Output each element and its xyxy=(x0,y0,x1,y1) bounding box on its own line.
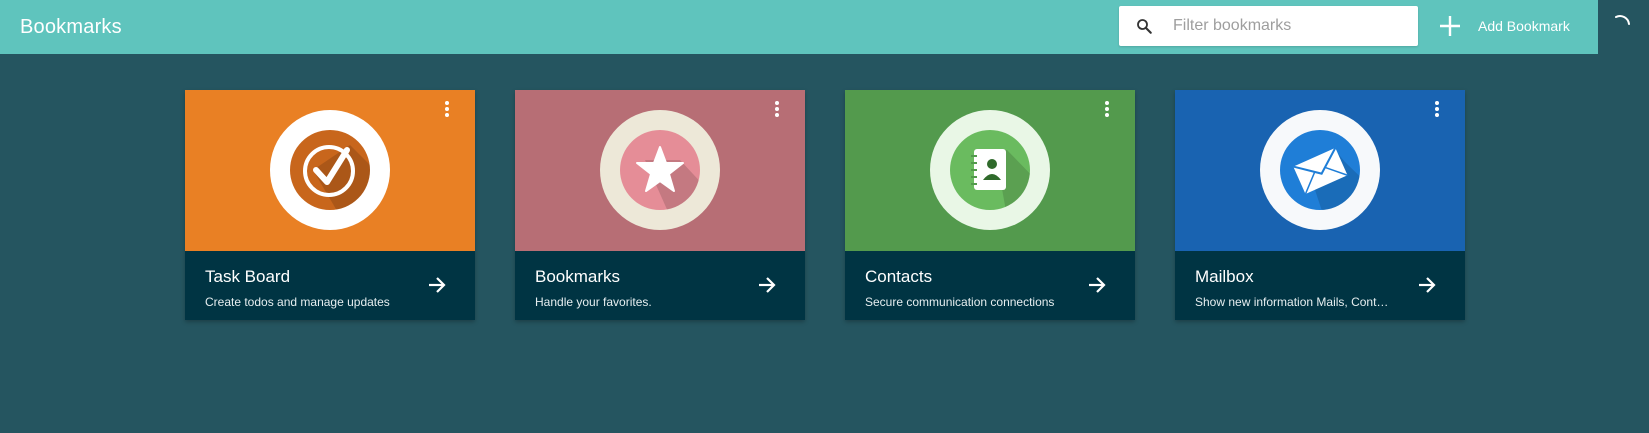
card-footer: Bookmarks Handle your favorites. xyxy=(515,251,805,320)
card-title: Contacts xyxy=(865,267,933,286)
arrow-forward-icon[interactable] xyxy=(1417,275,1437,295)
top-app-bar: Bookmarks Add Bookmark xyxy=(0,0,1598,54)
more-vert-icon[interactable] xyxy=(439,100,455,118)
card-banner xyxy=(185,90,475,251)
arrow-forward-icon[interactable] xyxy=(757,275,777,295)
more-vert-icon[interactable] xyxy=(1099,100,1115,118)
add-bookmark-label: Add Bookmark xyxy=(1478,18,1570,34)
loading-spinner-icon xyxy=(1615,15,1630,25)
card-footer: Contacts Secure communication connection… xyxy=(845,251,1135,320)
card-subtitle: Handle your favorites. xyxy=(535,295,652,309)
bookmark-card-task-board[interactable]: Task Board Create todos and manage updat… xyxy=(185,90,475,320)
search-icon xyxy=(1137,19,1152,34)
card-subtitle: Show new information Mails, Contacts xyxy=(1195,295,1395,309)
card-footer: Task Board Create todos and manage updat… xyxy=(185,251,475,320)
card-subtitle: Secure communication connections xyxy=(865,295,1055,309)
task-board-artwork xyxy=(185,90,475,251)
plus-icon xyxy=(1440,16,1460,36)
card-banner xyxy=(1175,90,1465,251)
contacts-artwork xyxy=(845,90,1135,251)
card-footer: Mailbox Show new information Mails, Cont… xyxy=(1175,251,1465,320)
bookmark-card-mailbox[interactable]: Mailbox Show new information Mails, Cont… xyxy=(1175,90,1465,320)
search-box[interactable] xyxy=(1119,6,1418,46)
more-vert-icon[interactable] xyxy=(1429,100,1445,118)
app-title: Bookmarks xyxy=(20,16,122,38)
bookmark-card-contacts[interactable]: Contacts Secure communication connection… xyxy=(845,90,1135,320)
arrow-forward-icon[interactable] xyxy=(1087,275,1107,295)
arrow-forward-icon[interactable] xyxy=(427,275,447,295)
filter-bookmarks-input[interactable] xyxy=(1173,6,1408,46)
card-banner xyxy=(845,90,1135,251)
card-subtitle: Create todos and manage updates xyxy=(205,295,390,309)
card-title: Mailbox xyxy=(1195,267,1254,286)
mailbox-artwork xyxy=(1175,90,1465,251)
more-vert-icon[interactable] xyxy=(769,100,785,118)
card-banner xyxy=(515,90,805,251)
card-title: Task Board xyxy=(205,267,291,286)
card-title: Bookmarks xyxy=(535,267,621,286)
bookmark-card-bookmarks[interactable]: Bookmarks Handle your favorites. xyxy=(515,90,805,320)
address-book-icon xyxy=(971,149,1006,190)
add-bookmark-button[interactable]: Add Bookmark xyxy=(1426,6,1590,46)
bookmarks-artwork xyxy=(515,90,805,251)
